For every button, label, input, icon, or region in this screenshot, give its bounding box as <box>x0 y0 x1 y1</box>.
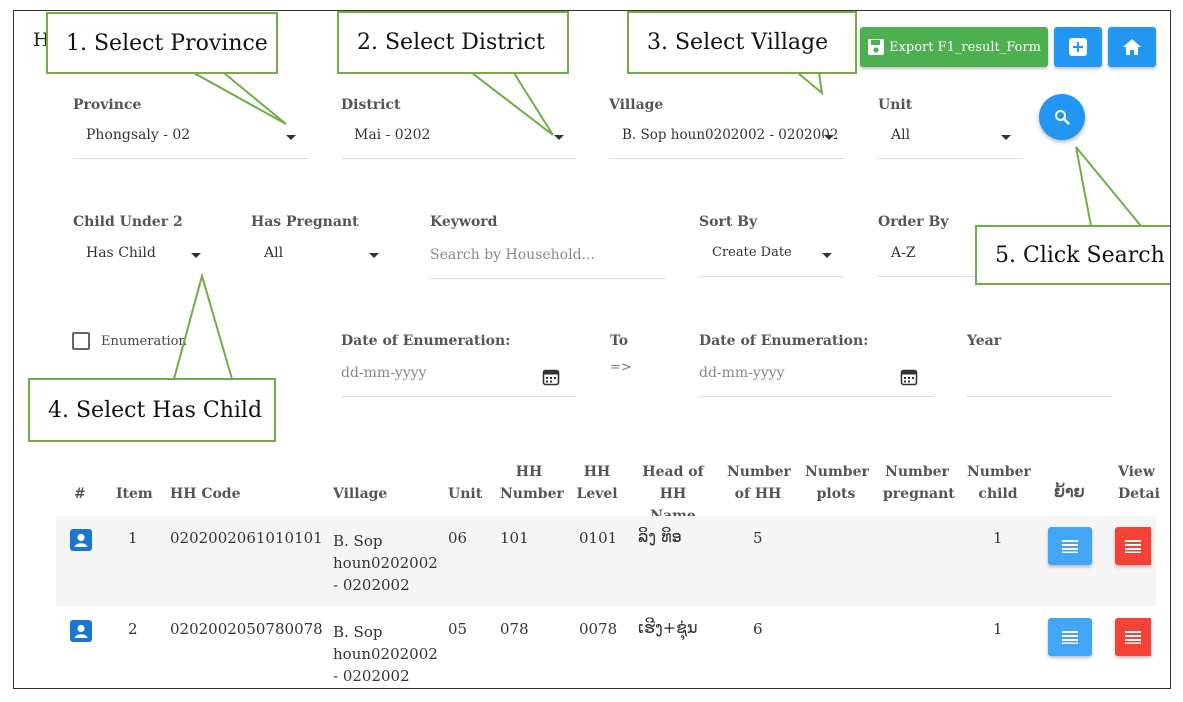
pointer-has-child <box>173 272 233 380</box>
pointer-search <box>1075 146 1142 227</box>
app-frame: H Export F1_result_Form Province Phongsa… <box>13 10 1171 689</box>
pointer-village <box>797 72 824 96</box>
callout-pointers <box>173 72 1142 380</box>
callout-select-has-child: 4. Select Has Child <box>28 378 276 442</box>
callout-click-search: 5. Click Search <box>975 225 1170 285</box>
callout-select-village: 3. Select Village <box>627 11 857 74</box>
callout-select-district: 2. Select District <box>337 11 569 74</box>
callout-select-province: 1. Select Province <box>46 12 278 74</box>
pointer-district <box>471 72 554 136</box>
pointer-province <box>193 72 287 125</box>
